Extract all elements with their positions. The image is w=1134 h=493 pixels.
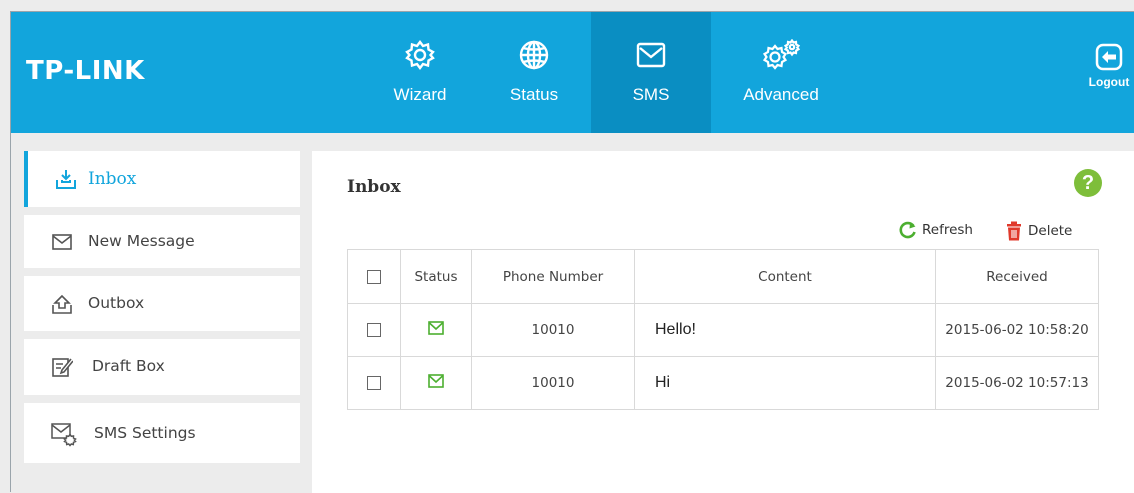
sidebar-item-label: SMS Settings xyxy=(94,424,196,442)
envelope-icon xyxy=(636,42,666,68)
select-all-checkbox[interactable] xyxy=(367,269,381,284)
nav-sms[interactable]: SMS xyxy=(591,12,711,133)
brand-logo: TP-LINK xyxy=(26,56,145,86)
sidebar-item-label: Outbox xyxy=(88,294,145,312)
inbox-icon xyxy=(56,170,76,189)
table-row[interactable]: 10010 Hello! 2015-06-02 10:58:20 xyxy=(347,303,1099,357)
logout-label: Logout xyxy=(1088,75,1130,89)
content-cell: Hello! xyxy=(634,303,936,357)
sidebar-item-label: New Message xyxy=(88,232,195,250)
top-bar: TP-LINK Wizard Status SMS Advanced Logou… xyxy=(11,12,1134,133)
content-cell: Hi xyxy=(634,356,936,410)
messages-table: Status Phone Number Content Received 100… xyxy=(347,249,1099,410)
row-select-cell xyxy=(347,303,401,357)
outbox-icon xyxy=(52,294,72,314)
status-cell xyxy=(400,303,472,357)
phone-cell: 10010 xyxy=(471,356,635,410)
sidebar-item-inbox[interactable]: Inbox xyxy=(24,151,300,207)
refresh-label: Refresh xyxy=(922,222,973,238)
sidebar-item-label: Inbox xyxy=(88,169,137,189)
nav-label: Wizard xyxy=(393,85,447,104)
nav-label: Status xyxy=(509,85,559,104)
sidebar-item-draft-box[interactable]: Draft Box xyxy=(24,339,300,395)
unread-envelope-icon xyxy=(428,321,444,335)
inbox-panel: Inbox ? Refresh Delete Status Phone Numb… xyxy=(312,151,1134,493)
globe-icon xyxy=(519,40,549,70)
row-select-cell xyxy=(347,356,401,410)
sidebar-item-outbox[interactable]: Outbox xyxy=(24,276,300,331)
logout-button[interactable]: Logout xyxy=(1083,42,1134,89)
sidebar-item-sms-settings[interactable]: SMS Settings xyxy=(24,403,300,463)
sidebar-item-new-message[interactable]: New Message xyxy=(24,215,300,268)
refresh-button[interactable]: Refresh xyxy=(898,220,973,240)
select-all-cell xyxy=(347,249,401,304)
phone-cell: 10010 xyxy=(471,303,635,357)
refresh-icon xyxy=(899,221,916,239)
row-checkbox[interactable] xyxy=(367,323,381,337)
delete-label: Delete xyxy=(1028,223,1073,239)
page-title: Inbox xyxy=(347,177,401,197)
column-header-received: Received xyxy=(935,249,1099,304)
row-checkbox[interactable] xyxy=(367,376,381,390)
nav-label: SMS xyxy=(632,85,670,104)
nav-status[interactable]: Status xyxy=(477,12,591,133)
draft-icon xyxy=(52,358,73,377)
column-header-phone: Phone Number xyxy=(471,249,635,304)
unread-envelope-icon xyxy=(428,374,444,388)
nav-wizard[interactable]: Wizard xyxy=(363,12,477,133)
table-row[interactable]: 10010 Hi 2015-06-02 10:57:13 xyxy=(347,356,1099,410)
received-cell: 2015-06-02 10:57:13 xyxy=(935,356,1099,410)
sms-settings-icon xyxy=(51,423,77,447)
envelope-icon xyxy=(52,234,72,250)
nav-label: Advanced xyxy=(743,85,819,104)
column-header-content: Content xyxy=(634,249,936,304)
status-cell xyxy=(400,356,472,410)
gear-icon xyxy=(405,40,435,70)
received-cell: 2015-06-02 10:58:20 xyxy=(935,303,1099,357)
nav-advanced[interactable]: Advanced xyxy=(711,12,851,133)
trash-icon xyxy=(1007,221,1021,241)
gears-icon xyxy=(762,39,801,70)
logout-icon xyxy=(1095,43,1123,71)
help-button[interactable]: ? xyxy=(1074,169,1102,197)
delete-button[interactable]: Delete xyxy=(1004,220,1072,242)
table-header-row: Status Phone Number Content Received xyxy=(347,249,1099,304)
column-header-status: Status xyxy=(400,249,472,304)
sidebar-item-label: Draft Box xyxy=(92,357,165,375)
app-frame: TP-LINK Wizard Status SMS Advanced Logou… xyxy=(10,11,1134,493)
